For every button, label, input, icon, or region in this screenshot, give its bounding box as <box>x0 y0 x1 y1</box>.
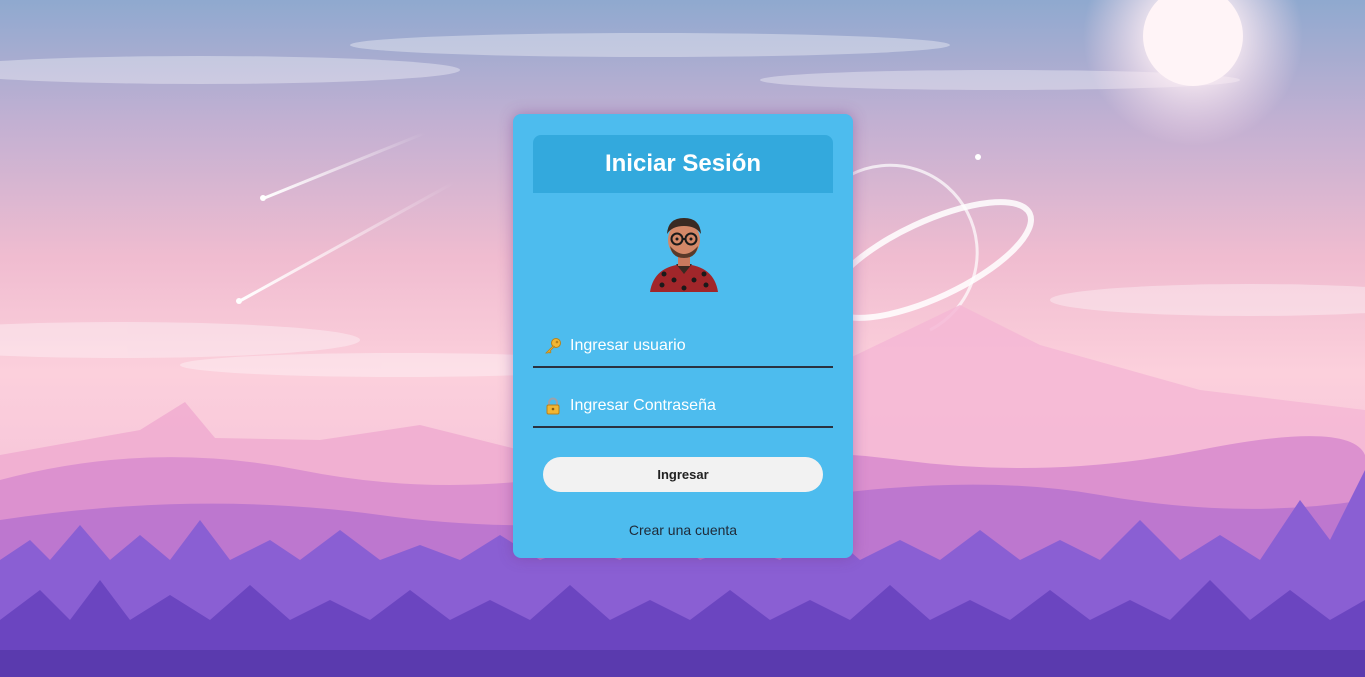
password-input[interactable] <box>570 390 833 422</box>
lock-icon <box>544 397 568 415</box>
user-avatar <box>650 218 718 292</box>
login-header: Iniciar Sesión <box>533 135 833 193</box>
login-title: Iniciar Sesión <box>604 150 762 177</box>
username-field <box>533 326 833 368</box>
username-input[interactable] <box>570 330 833 362</box>
key-icon <box>544 337 568 355</box>
create-account-link[interactable]: Crear una cuenta <box>513 522 853 538</box>
password-field <box>533 386 833 428</box>
login-button[interactable]: Ingresar <box>543 457 823 492</box>
login-card: Iniciar Sesión Ingresar usuario Ingresar… <box>513 114 853 558</box>
